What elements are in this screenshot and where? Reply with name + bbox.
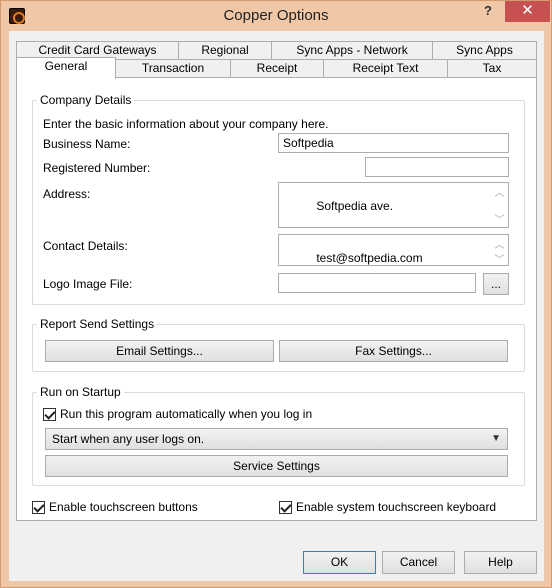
dialog-body: Credit Card Gateways Regional Sync Apps … [9, 31, 544, 581]
tab-receipt-text[interactable]: Receipt Text [323, 59, 448, 78]
touch-keyboard-label: Enable system touchscreen keyboard [296, 500, 497, 514]
run-on-startup-title: Run on Startup [37, 385, 124, 399]
touch-buttons-label: Enable touchscreen buttons [49, 500, 198, 514]
tab-sync-apps-network[interactable]: Sync Apps - Network [271, 41, 433, 60]
logo-image-label: Logo Image File: [43, 277, 133, 291]
touch-keyboard-checkbox-box[interactable] [279, 500, 292, 514]
contact-scrollbar[interactable]: ︿ ﹀ [492, 236, 507, 265]
startup-mode-select[interactable]: Start when any user logs on. ▼ [45, 428, 508, 450]
report-settings-group: Report Send Settings Email Settings... F… [32, 317, 525, 372]
tab-receipt[interactable]: Receipt [230, 59, 324, 78]
registered-number-label: Registered Number: [43, 161, 151, 175]
run-on-startup-group: Run on Startup Run this program automati… [32, 385, 525, 486]
address-value: Softpedia ave. [316, 199, 394, 213]
business-name-field[interactable]: Softpedia [278, 133, 509, 153]
contact-details-field[interactable]: test@softpedia.com ︿ ﹀ [278, 234, 509, 266]
cancel-button[interactable]: Cancel [382, 551, 455, 574]
chevron-down-icon: ▼ [491, 433, 501, 444]
service-settings-button[interactable]: Service Settings [45, 455, 508, 477]
registered-number-field[interactable] [365, 157, 509, 177]
tab-sync-apps[interactable]: Sync Apps [432, 41, 537, 60]
touch-buttons-checkbox[interactable]: Enable touchscreen buttons [32, 500, 198, 514]
company-details-title: Company Details [37, 93, 135, 107]
report-settings-title: Report Send Settings [37, 317, 158, 331]
scroll-down-icon[interactable]: ﹀ [495, 211, 505, 226]
options-window: Copper Options ? ✕ Credit Card Gateways … [0, 0, 552, 588]
contact-details-value: test@softpedia.com [316, 251, 423, 265]
address-scrollbar[interactable]: ︿ ﹀ [492, 184, 507, 226]
startup-mode-value: Start when any user logs on. [52, 432, 205, 446]
autorun-checkbox[interactable]: Run this program automatically when you … [43, 407, 312, 421]
business-name-label: Business Name: [43, 137, 131, 151]
title-bar: Copper Options ? ✕ [1, 1, 551, 31]
scroll-up-icon[interactable]: ︿ [495, 184, 505, 199]
touch-keyboard-checkbox[interactable]: Enable system touchscreen keyboard [279, 500, 496, 514]
address-label: Address: [43, 187, 91, 201]
window-title: Copper Options [223, 7, 329, 24]
address-field[interactable]: Softpedia ave. ︿ ﹀ [278, 182, 509, 228]
email-settings-button[interactable]: Email Settings... [45, 340, 274, 362]
tab-general[interactable]: General [16, 57, 116, 79]
browse-logo-button[interactable]: ... [483, 273, 509, 295]
help-icon[interactable]: ? [475, 1, 501, 22]
autorun-checkbox-box[interactable] [43, 407, 56, 421]
company-details-group: Company Details Enter the basic informat… [32, 93, 525, 305]
contact-details-label: Contact Details: [43, 239, 128, 253]
touch-buttons-checkbox-box[interactable] [32, 500, 45, 514]
scroll-up-icon[interactable]: ︿ [495, 236, 505, 251]
scroll-down-icon[interactable]: ﹀ [495, 251, 505, 265]
close-icon[interactable]: ✕ [505, 1, 550, 22]
tab-tax[interactable]: Tax [447, 59, 537, 78]
company-intro-text: Enter the basic information about your c… [43, 117, 329, 131]
fax-settings-button[interactable]: Fax Settings... [279, 340, 508, 362]
help-button[interactable]: Help [464, 551, 537, 574]
ok-button[interactable]: OK [303, 551, 376, 574]
tab-regional[interactable]: Regional [178, 41, 272, 60]
logo-image-field[interactable] [278, 273, 476, 293]
tab-transaction[interactable]: Transaction [115, 59, 231, 78]
autorun-label: Run this program automatically when you … [60, 407, 313, 421]
general-tab-panel: Company Details Enter the basic informat… [16, 77, 537, 521]
